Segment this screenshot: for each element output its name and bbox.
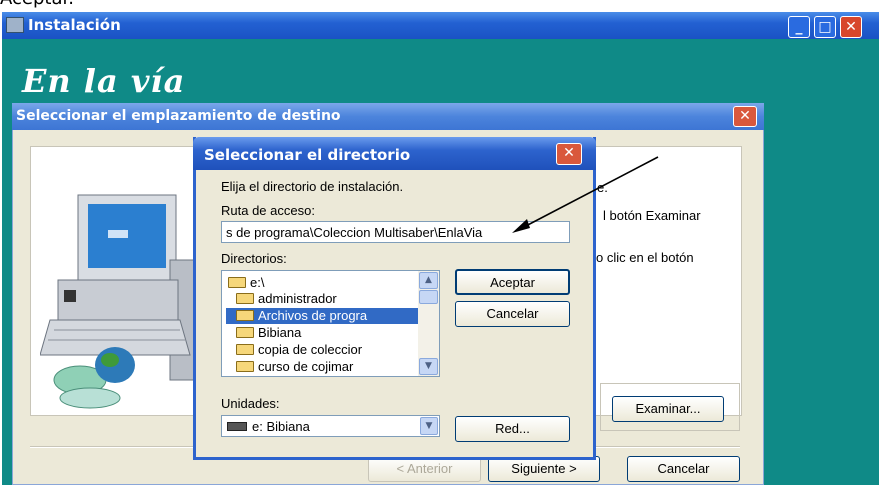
chevron-down-icon[interactable]: ▼ bbox=[420, 417, 438, 435]
installer-title: Instalación bbox=[28, 16, 121, 34]
drives-label: Unidades: bbox=[221, 396, 280, 411]
destination-side-text-3: o clic en el botón bbox=[596, 250, 694, 265]
list-item[interactable]: administrador bbox=[236, 291, 337, 307]
close-button[interactable]: ✕ bbox=[840, 16, 862, 38]
brand-title: En la vía bbox=[22, 62, 186, 100]
drive-value: e: Bibiana bbox=[252, 419, 310, 434]
browse-button[interactable]: Examinar... bbox=[612, 396, 724, 422]
scroll-thumb[interactable] bbox=[419, 290, 438, 304]
directory-cancel-button[interactable]: Cancelar bbox=[455, 301, 570, 327]
open-folder-icon bbox=[228, 277, 246, 288]
installer-titlebar bbox=[2, 12, 879, 39]
list-item[interactable]: e:\ bbox=[228, 275, 264, 291]
accept-button[interactable]: Aceptar bbox=[455, 269, 570, 295]
path-input[interactable]: s de programa\Coleccion Multisaber\EnlaV… bbox=[221, 221, 570, 243]
destination-side-text-1: e. bbox=[597, 180, 608, 195]
path-label: Ruta de acceso: bbox=[221, 203, 315, 218]
folder-icon bbox=[236, 310, 254, 321]
drive-icon bbox=[227, 422, 247, 431]
installer-app-icon bbox=[6, 17, 24, 33]
network-button[interactable]: Red... bbox=[455, 416, 570, 442]
list-item[interactable]: curso de cojimar bbox=[236, 359, 353, 375]
minimize-button[interactable]: _ bbox=[788, 16, 810, 38]
directory-close-button[interactable]: ✕ bbox=[556, 143, 582, 165]
destination-close-button[interactable]: ✕ bbox=[733, 106, 757, 127]
directory-instruction: Elija el directorio de instalación. bbox=[221, 179, 404, 194]
destination-dialog-title: Seleccionar el emplazamiento de destino bbox=[16, 108, 341, 124]
folder-icon bbox=[236, 327, 254, 338]
top-caption: Aceptar. bbox=[0, 0, 74, 9]
drive-select[interactable]: e: Bibiana ▼ bbox=[221, 415, 440, 437]
scroll-up-icon[interactable]: ▲ bbox=[419, 272, 438, 289]
folder-icon bbox=[236, 344, 254, 355]
list-item-selected[interactable]: Archivos de progra bbox=[226, 308, 422, 324]
list-item[interactable]: Bibiana bbox=[236, 325, 301, 341]
folder-icon bbox=[236, 293, 254, 304]
directories-scrollbar[interactable]: ▲ ▼ bbox=[418, 271, 439, 376]
scroll-down-icon[interactable]: ▼ bbox=[419, 358, 438, 375]
list-item[interactable]: copia de coleccior bbox=[236, 342, 362, 358]
maximize-button[interactable]: □ bbox=[814, 16, 836, 38]
destination-side-text-2: l botón Examinar bbox=[603, 208, 701, 223]
destination-cancel-button[interactable]: Cancelar bbox=[627, 456, 740, 482]
directory-dialog-title: Seleccionar el directorio bbox=[204, 146, 411, 164]
directories-listbox[interactable]: e:\ administrador Archivos de progra Bib… bbox=[221, 270, 440, 377]
directories-label: Directorios: bbox=[221, 251, 287, 266]
folder-icon bbox=[236, 361, 254, 372]
